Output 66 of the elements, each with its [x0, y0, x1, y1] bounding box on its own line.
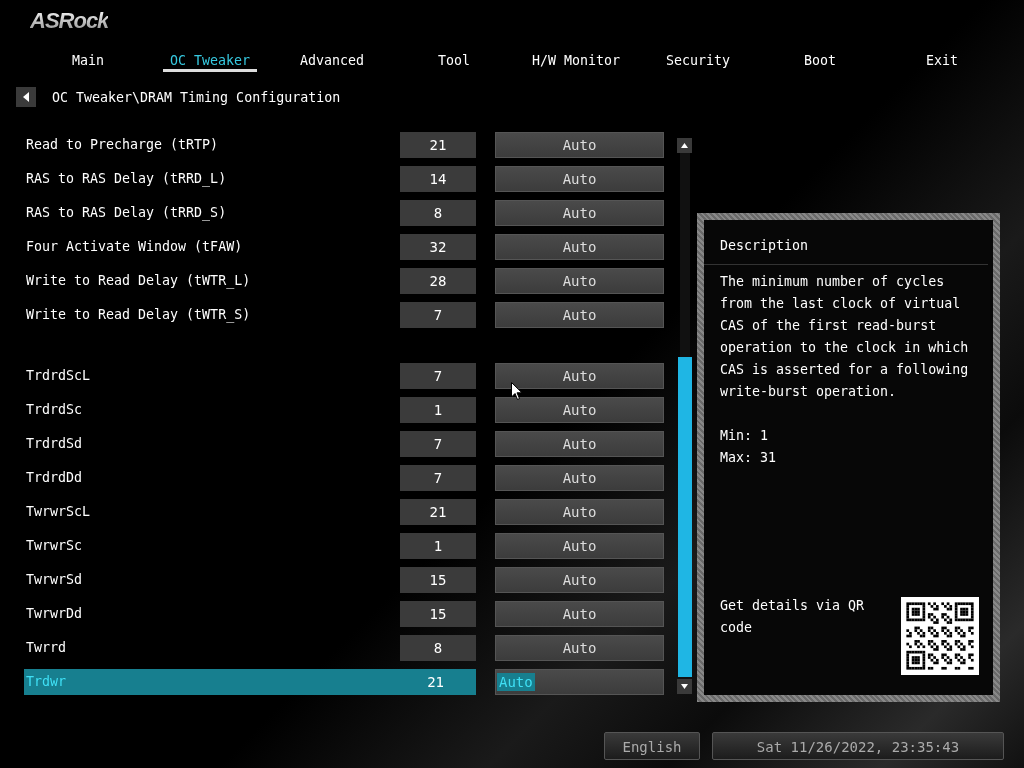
- setting-value: 15: [400, 567, 476, 593]
- menu-tab[interactable]: Advanced: [271, 38, 393, 72]
- setting-label[interactable]: TwrwrScL: [24, 499, 400, 525]
- mode-dropdown[interactable]: Auto: [495, 397, 664, 423]
- mode-dropdown[interactable]: Auto: [495, 533, 664, 559]
- setting-value: 7: [400, 302, 476, 328]
- setting-label[interactable]: Write to Read Delay (tWTR_L): [24, 268, 400, 294]
- setting-value: 7: [400, 431, 476, 457]
- description-text: The minimum number of cycles from the last clock of virtual CAS of the first read-burst operation to the clock in which CAS is asserted for a following write-burst operation.: [720, 273, 970, 401]
- date-time-display: Sat 11/26/2022, 23:35:43: [712, 732, 1004, 760]
- setting-value: 7: [400, 363, 476, 389]
- menu-tab[interactable]: Security: [637, 38, 759, 72]
- setting-label[interactable]: Write to Read Delay (tWTR_S): [24, 302, 400, 328]
- setting-label[interactable]: TwrwrSc: [24, 533, 400, 559]
- setting-label[interactable]: TwrwrDd: [24, 601, 400, 627]
- setting-label[interactable]: RAS to RAS Delay (tRRD_L): [24, 166, 400, 192]
- setting-label[interactable]: TrdrdSd: [24, 431, 400, 457]
- setting-value: 32: [400, 234, 476, 260]
- setting-value: 7: [400, 465, 476, 491]
- mode-dropdown[interactable]: Auto: [495, 302, 664, 328]
- setting-value: 28: [400, 268, 476, 294]
- mode-dropdown[interactable]: Auto: [495, 499, 664, 525]
- setting-value: 15: [400, 601, 476, 627]
- setting-value: 8: [400, 200, 476, 226]
- mode-dropdown[interactable]: Auto: [495, 431, 664, 457]
- mode-dropdown[interactable]: Auto: [495, 465, 664, 491]
- back-icon[interactable]: [16, 87, 36, 107]
- menu-tab[interactable]: Exit: [881, 38, 1003, 72]
- setting-value: 8: [400, 635, 476, 661]
- mode-dropdown[interactable]: Auto: [495, 601, 664, 627]
- setting-value: 21: [400, 132, 476, 158]
- qr-caption: Get details via QR code: [720, 597, 866, 637]
- setting-label[interactable]: TrdrdScL: [24, 363, 400, 389]
- setting-value: 1: [400, 397, 476, 423]
- setting-value: 14: [400, 166, 476, 192]
- setting-value: 21: [400, 499, 476, 525]
- mode-dropdown[interactable]: Auto: [495, 234, 664, 260]
- setting-label[interactable]: Four Activate Window (tFAW): [24, 234, 400, 260]
- setting-label[interactable]: TwrwrSd: [24, 567, 400, 593]
- mode-dropdown[interactable]: Auto: [495, 200, 664, 226]
- menu-tab[interactable]: OC Tweaker: [149, 38, 271, 72]
- setting-label[interactable]: TrdrdDd: [24, 465, 400, 491]
- qr-code-icon: [901, 597, 979, 675]
- menu-tab[interactable]: Main: [27, 38, 149, 72]
- setting-label[interactable]: Read to Precharge (tRTP): [24, 132, 400, 158]
- setting-label[interactable]: RAS to RAS Delay (tRRD_S): [24, 200, 400, 226]
- breadcrumb-path: OC Tweaker\DRAM Timing Configuration: [52, 89, 341, 105]
- menu-tab[interactable]: H/W Monitor: [515, 38, 637, 72]
- setting-value: 21: [400, 669, 476, 695]
- mode-dropdown[interactable]: Auto: [495, 166, 664, 192]
- range-text: Min: 1: [720, 427, 770, 445]
- mode-dropdown[interactable]: Auto: [495, 363, 664, 389]
- mode-dropdown[interactable]: Auto: [495, 132, 664, 158]
- setting-label[interactable]: Twrrd: [24, 635, 400, 661]
- setting-value: 1: [400, 533, 476, 559]
- scrollbar[interactable]: [677, 138, 693, 694]
- setting-label[interactable]: TrdrdSc: [24, 397, 400, 423]
- panel-title: Description: [704, 220, 988, 265]
- menu-tab[interactable]: Boot: [759, 38, 881, 72]
- mode-dropdown[interactable]: Auto: [495, 268, 664, 294]
- menu-tab[interactable]: Tool: [393, 38, 515, 72]
- range-text: Max: 31: [720, 449, 778, 467]
- mode-dropdown[interactable]: Auto: [495, 635, 664, 661]
- language-button[interactable]: English: [604, 732, 700, 760]
- mouse-pointer-icon: [511, 382, 523, 401]
- mode-dropdown[interactable]: Auto: [495, 567, 664, 593]
